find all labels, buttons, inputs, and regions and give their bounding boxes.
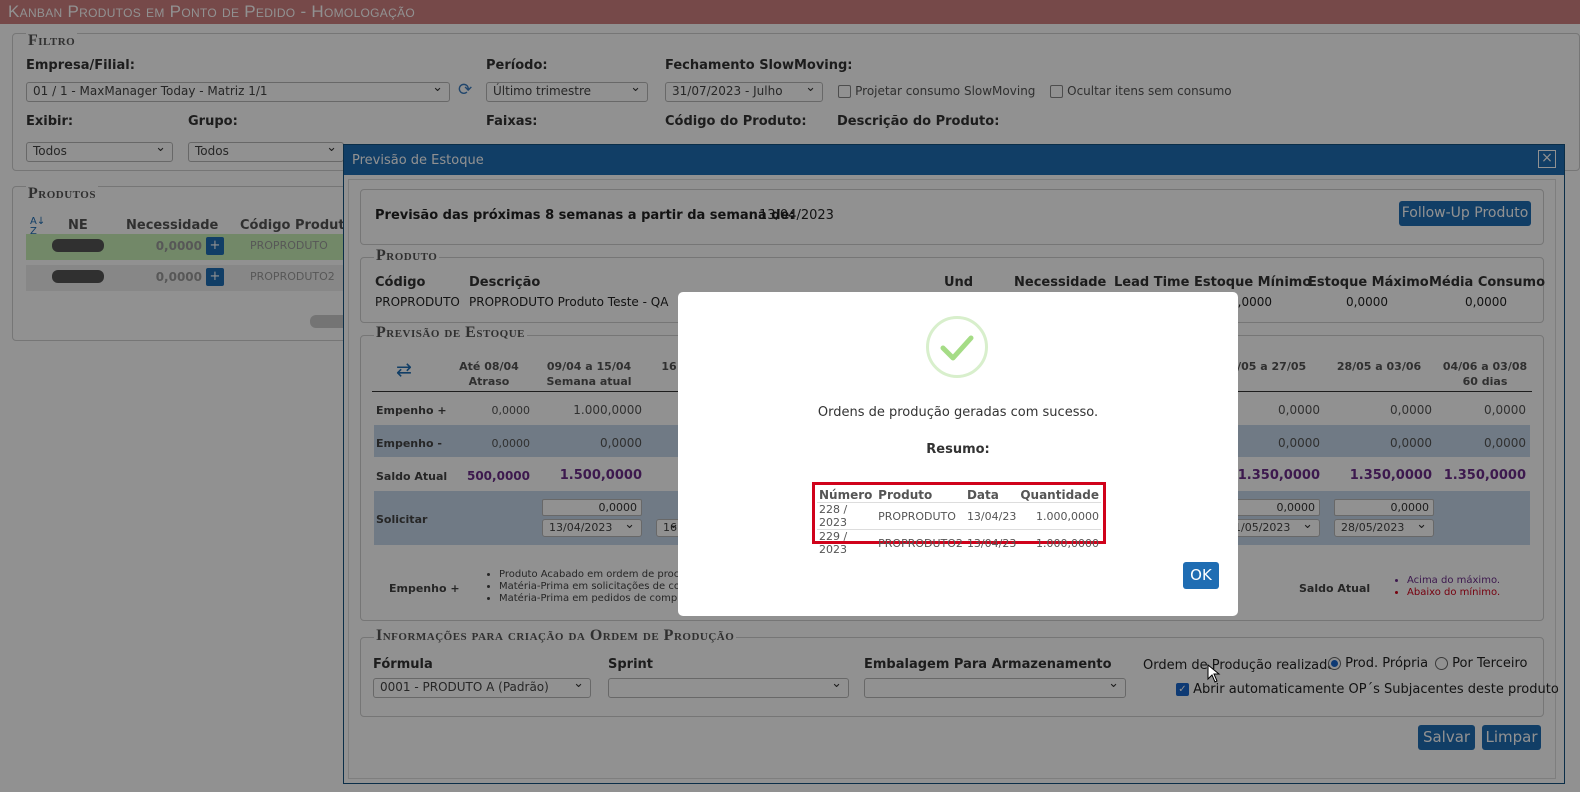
col-produto: Produto	[878, 488, 933, 502]
resumo-table: Número Produto Data Quantidade 228 / 202…	[817, 488, 1101, 556]
table-row: 229 / 2023 PROPRODUTO2 13/04/23 1.000,00…	[817, 529, 1101, 556]
col-data: Data	[966, 488, 999, 502]
cell: PROPRODUTO	[876, 502, 965, 530]
col-quantidade: Quantidade	[1020, 488, 1099, 502]
cell: 13/04/23	[964, 529, 1019, 556]
cell: 228 / 2023	[817, 502, 877, 530]
success-dialog: Ordens de produção geradas com sucesso. …	[678, 292, 1238, 616]
cell: 1.000,0000	[1018, 529, 1101, 556]
resumo-table-box: Número Produto Data Quantidade 228 / 202…	[812, 482, 1106, 556]
cell: 13/04/23	[964, 502, 1019, 530]
cell: 229 / 2023	[817, 529, 877, 556]
success-message: Ordens de produção geradas com sucesso.	[817, 405, 1099, 420]
cell: 1.000,0000	[1018, 502, 1101, 530]
success-check-icon	[926, 316, 988, 378]
mouse-cursor-icon	[1207, 663, 1221, 688]
table-row: 228 / 2023 PROPRODUTO 13/04/23 1.000,000…	[817, 502, 1101, 530]
col-numero: Número	[819, 488, 873, 502]
resumo-label: Resumo:	[926, 442, 990, 457]
ok-button[interactable]: OK	[1183, 562, 1219, 589]
cell: PROPRODUTO2	[876, 529, 965, 556]
